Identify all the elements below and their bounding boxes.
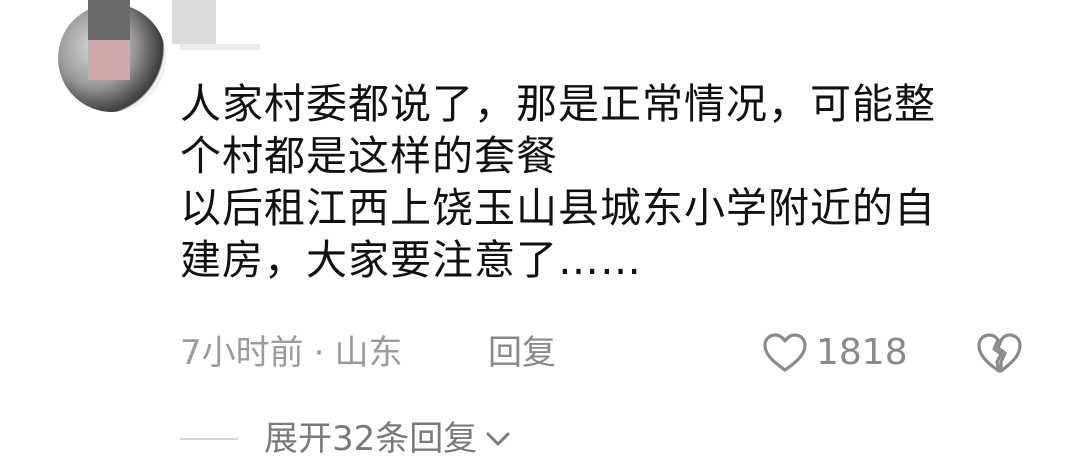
comment-line: 建房，大家要注意了…… [180, 236, 642, 284]
expand-replies-label: 展开32条回复 [264, 419, 478, 459]
comment-item: 人家村委都说了，那是正常情况，可能整 个村都是这样的套餐 以后租江西上饶玉山县城… [0, 0, 1080, 462]
comment-line: 人家村委都说了，那是正常情况，可能整 [180, 80, 936, 128]
username-blurred-tail [180, 44, 260, 50]
like-button[interactable]: 1818 [762, 330, 908, 376]
avatar-mosaic [88, 0, 130, 40]
chevron-down-icon [486, 432, 510, 446]
comment-line: 以后租江西上饶玉山县城东小学附近的自 [180, 184, 936, 232]
comment-time: 7小时前 [180, 333, 304, 373]
heart-outline-icon [763, 333, 807, 372]
username-blurred[interactable] [172, 0, 216, 44]
meta-separator: · [313, 333, 325, 373]
dislike-button[interactable] [974, 330, 1024, 376]
comment-location: 山东 [334, 333, 403, 373]
expand-divider [180, 438, 238, 440]
comment-meta: 7小时前 · 山东 [180, 330, 402, 376]
comment-line: 个村都是这样的套餐 [180, 132, 558, 180]
avatar-mosaic-lower [88, 40, 130, 80]
like-count: 1818 [816, 332, 908, 373]
broken-heart-icon [977, 333, 1022, 373]
comment-text: 人家村委都说了，那是正常情况，可能整 个村都是这样的套餐 以后租江西上饶玉山县城… [180, 78, 1020, 286]
reply-button[interactable]: 回复 [488, 330, 556, 376]
expand-replies[interactable]: 展开32条回复 [180, 416, 513, 462]
